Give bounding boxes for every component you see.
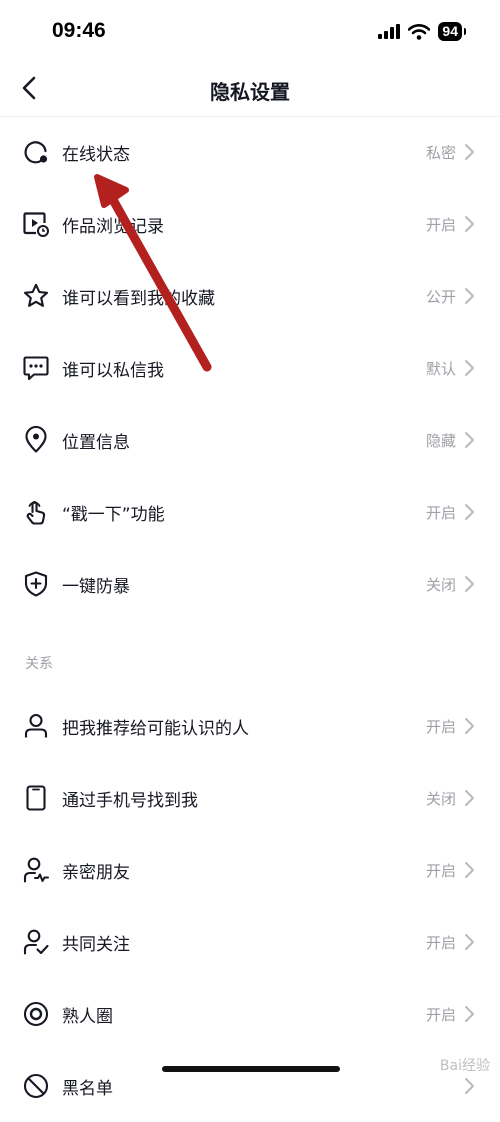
setting-label: 作品浏览记录 xyxy=(62,217,164,237)
setting-value: 开启 xyxy=(425,504,456,522)
setting-label: 把我推荐给可能认识的人 xyxy=(62,719,249,739)
setting-row-favorites-visibility[interactable]: 谁可以看到我的收藏 公开 xyxy=(0,260,500,332)
setting-row-online-status[interactable]: 在线状态 私密 xyxy=(0,116,500,188)
chevron-right-icon xyxy=(465,432,474,448)
setting-value: 开启 xyxy=(425,1006,456,1024)
setting-row-close-friends[interactable]: 亲密朋友 开启 xyxy=(0,834,500,906)
setting-value: 关闭 xyxy=(425,790,456,808)
person-icon xyxy=(24,713,48,738)
setting-label: 共同关注 xyxy=(62,935,130,955)
target-circle-icon xyxy=(23,1001,49,1027)
setting-value: 开启 xyxy=(425,862,456,880)
setting-row-blacklist[interactable]: 黑名单 xyxy=(0,1050,500,1122)
person-check-icon xyxy=(23,929,49,955)
star-icon xyxy=(23,283,49,307)
setting-value: 私密 xyxy=(425,144,456,162)
setting-label: 谁可以私信我 xyxy=(62,361,164,381)
setting-label: 亲密朋友 xyxy=(62,863,130,883)
setting-value: 隐藏 xyxy=(425,432,456,450)
setting-label: 位置信息 xyxy=(62,433,130,453)
setting-label: 黑名单 xyxy=(62,1079,113,1099)
chevron-right-icon xyxy=(465,288,474,304)
setting-row-find-by-phone[interactable]: 通过手机号找到我 关闭 xyxy=(0,762,500,834)
chevron-right-icon xyxy=(465,216,474,232)
setting-row-mutual-follows[interactable]: 共同关注 开启 xyxy=(0,906,500,978)
shield-plus-icon xyxy=(24,571,48,597)
wifi-icon xyxy=(408,23,431,40)
chevron-right-icon xyxy=(465,576,474,592)
setting-value: 开启 xyxy=(425,216,456,234)
tap-finger-icon xyxy=(26,500,46,525)
setting-value: 开启 xyxy=(425,718,456,736)
chevron-right-icon xyxy=(465,1078,474,1094)
status-icons: 94 xyxy=(378,22,466,41)
setting-value: 开启 xyxy=(425,934,456,952)
video-history-icon xyxy=(23,212,49,237)
setting-value: 关闭 xyxy=(425,576,456,594)
status-time: 09:46 xyxy=(52,19,106,42)
cellular-signal-icon xyxy=(378,24,401,39)
chevron-right-icon xyxy=(465,1006,474,1022)
setting-label: “戳一下”功能 xyxy=(62,505,165,525)
setting-row-recommend-me[interactable]: 把我推荐给可能认识的人 开启 xyxy=(0,690,500,762)
setting-label: 一键防暴 xyxy=(62,577,130,597)
chevron-right-icon xyxy=(465,934,474,950)
chevron-right-icon xyxy=(465,718,474,734)
home-indicator xyxy=(162,1066,340,1072)
location-pin-icon xyxy=(25,426,47,453)
chevron-right-icon xyxy=(465,504,474,520)
chevron-right-icon xyxy=(465,862,474,878)
blocked-icon xyxy=(23,1073,49,1099)
battery-indicator: 94 xyxy=(438,22,466,41)
online-status-icon xyxy=(24,141,48,164)
chevron-right-icon xyxy=(465,790,474,806)
chevron-right-icon xyxy=(465,360,474,376)
section-header-relationships: 关系 xyxy=(25,656,53,672)
setting-row-browsing-history[interactable]: 作品浏览记录 开启 xyxy=(0,188,500,260)
setting-label: 熟人圈 xyxy=(62,1007,113,1027)
navigation-bar: 隐私设置 xyxy=(0,62,500,117)
setting-row-direct-message[interactable]: 谁可以私信我 默认 xyxy=(0,332,500,404)
setting-value: 公开 xyxy=(425,288,456,306)
setting-label: 在线状态 xyxy=(62,145,130,165)
watermark-text: Bai经验 xyxy=(439,1058,490,1074)
setting-row-anti-harassment[interactable]: 一键防暴 关闭 xyxy=(0,548,500,620)
message-icon xyxy=(23,356,49,381)
chevron-right-icon xyxy=(465,144,474,160)
person-heartbeat-icon xyxy=(23,857,49,883)
setting-value: 默认 xyxy=(425,360,456,378)
setting-row-acquaintance-circle[interactable]: 熟人圈 开启 xyxy=(0,978,500,1050)
setting-label: 谁可以看到我的收藏 xyxy=(62,289,215,309)
status-bar: 09:46 94 xyxy=(0,0,500,62)
setting-row-location[interactable]: 位置信息 隐藏 xyxy=(0,404,500,476)
page-title: 隐私设置 xyxy=(210,80,290,104)
phone-icon xyxy=(26,785,46,811)
setting-label: 通过手机号找到我 xyxy=(62,791,198,811)
setting-row-poke[interactable]: “戳一下”功能 开启 xyxy=(0,476,500,548)
